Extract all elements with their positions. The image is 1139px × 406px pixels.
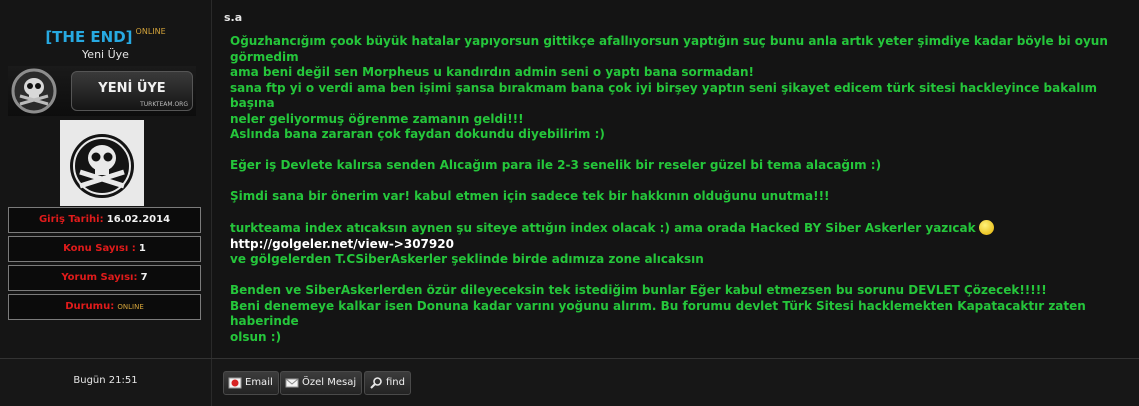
post-line: neler geliyormuş öğrenme zamanın geldi!!… [230, 111, 524, 126]
private-message-button[interactable]: Özel Mesaj [280, 371, 363, 395]
magnifier-icon [370, 377, 382, 389]
post-line: olsun :) [230, 329, 282, 344]
stat-label: Konu Sayısı : [63, 243, 136, 254]
username-row: [THE END] ONLINE [0, 27, 211, 46]
stat-value: 7 [140, 272, 148, 283]
post-line: Benden ve SiberAskerlerden özür dileyece… [230, 283, 1047, 297]
footer-divider [211, 359, 212, 406]
email-button[interactable]: Email [223, 371, 279, 395]
stat-value: 16.02.2014 [106, 214, 171, 225]
find-button[interactable]: find [364, 371, 411, 395]
author-user-title: Yeni Üye [82, 48, 129, 61]
stat-topic-count: Konu Sayısı : 1 [8, 236, 201, 262]
stat-label: Giriş Tarihi: [38, 214, 104, 225]
post-line: Beni denemeye kalkar isen Donuna kadar v… [230, 298, 1086, 329]
rank-site-label: TURKTEAM.ORG [140, 101, 188, 108]
post-date: Bugün 21:51 [73, 375, 138, 386]
post-footer: Bugün 21:51 Email Özel Mesaj find [0, 358, 1139, 406]
post-line: ve gölgelerden T.CSiberAskerler şeklinde… [230, 252, 704, 266]
rank-label: YENİ ÜYE [98, 81, 166, 96]
post-line: Oğuzhancığım çook büyük hatalar yapıyors… [230, 34, 1108, 64]
stat-join-date: Giriş Tarihi: 16.02.2014 [8, 207, 201, 233]
post-line: Aslında bana zararan çok faydan dokundu … [230, 127, 605, 141]
post-line: ama beni değil sen Morpheus u kandırdın … [230, 65, 755, 79]
smiley-icon [978, 220, 994, 235]
post-line: turkteama index atıcaksın aynen şu sitey… [230, 221, 976, 235]
email-button-label: Email [245, 377, 273, 388]
post-line: Şimdi sana bir önerim var! kabul etmen i… [230, 189, 830, 203]
stat-value: 1 [138, 243, 146, 254]
online-status-badge: ONLINE [135, 27, 166, 36]
post-link[interactable]: http://golgeler.net/view->307920 [230, 237, 1130, 253]
avatar[interactable] [60, 120, 144, 206]
email-icon [228, 377, 242, 389]
envelope-icon [285, 378, 299, 388]
stat-status-value: ONLINE [117, 303, 144, 311]
author-sidebar: [THE END] ONLINE Yeni Üye YENİ ÜYE TURKTE… [0, 0, 212, 358]
rank-banner: YENİ ÜYE TURKTEAM.ORG [8, 66, 196, 116]
stat-label: Durumu: [65, 301, 115, 312]
author-stats: Giriş Tarihi: 16.02.2014 Konu Sayısı : 1… [8, 207, 201, 323]
post-line-with-smiley: turkteama index atıcaksın aynen şu sitey… [230, 220, 1130, 237]
stat-status: Durumu: ONLINE [8, 294, 201, 320]
stat-comment-count: Yorum Sayısı: 7 [8, 265, 201, 291]
rank-label-box: YENİ ÜYE TURKTEAM.ORG [71, 71, 193, 111]
post-title: s.a [224, 11, 243, 24]
author-username[interactable]: [THE END] [45, 28, 132, 46]
skull-emblem-icon [11, 68, 57, 114]
find-button-label: find [386, 377, 405, 388]
post-line: Eğer iş Devlete kalırsa senden Alıcağım … [230, 158, 882, 172]
private-message-label: Özel Mesaj [302, 377, 357, 388]
post-body: Oğuzhancığım çook büyük hatalar yapıyors… [230, 34, 1130, 345]
stat-label: Yorum Sayısı: [61, 272, 138, 283]
post-line: sana ftp yi o verdi ama ben işimi şansa … [230, 80, 1098, 111]
